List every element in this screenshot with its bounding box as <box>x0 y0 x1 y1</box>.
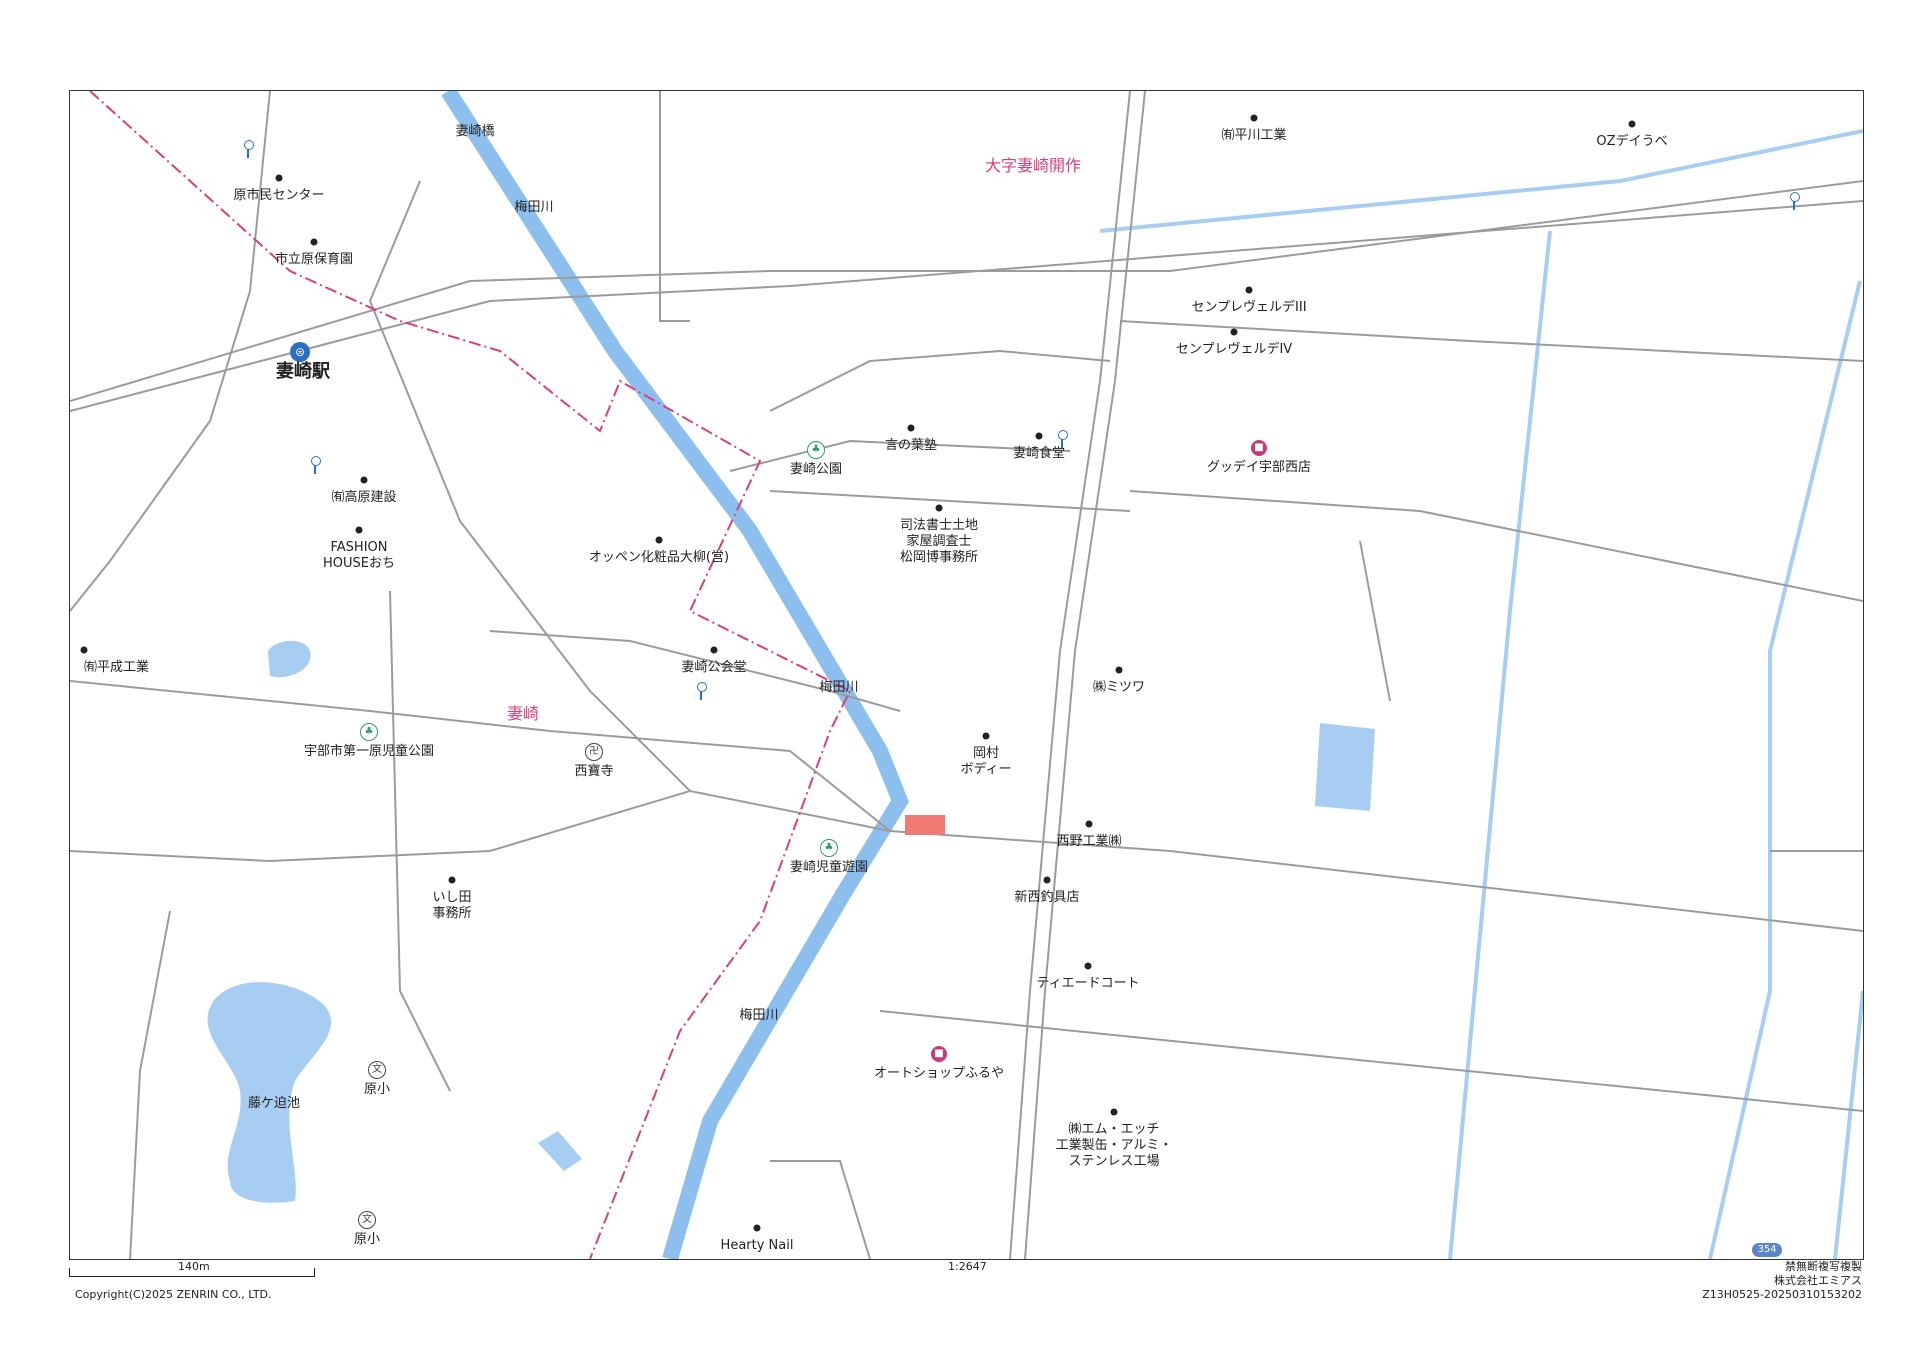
highlighted-parcel <box>905 815 945 835</box>
poi-marker[interactable] <box>1043 876 1051 884</box>
shop-icon[interactable]: ■ <box>1251 440 1267 456</box>
place-label: 司法書士土地 家屋調査士 松岡博事務所 <box>899 518 979 565</box>
place-label: OZデイうべ <box>1596 134 1668 149</box>
poi-marker[interactable] <box>1230 328 1238 336</box>
place-label: ㈲高原建設 <box>331 490 397 505</box>
area-label-oaza-tsumazaki-kaisaku: 大字妻崎開作 <box>984 156 1082 175</box>
poi-marker[interactable] <box>1245 286 1253 294</box>
place-label: 妻崎児童遊園 <box>789 860 869 875</box>
place-label: いし田 事務所 <box>432 890 472 921</box>
bus-stop-icon[interactable] <box>244 140 254 158</box>
shop-icon[interactable]: ■ <box>931 1046 947 1062</box>
place-label: FASHION HOUSEおち <box>323 540 395 571</box>
place-label: オッペン化粧品大柳(営) <box>588 550 730 565</box>
park-icon[interactable]: ♣ <box>820 839 838 857</box>
place-label: オートショップふるや <box>873 1066 1005 1081</box>
place-label: ティエードコート <box>1036 976 1140 991</box>
channel-east-1 <box>1448 230 1552 1259</box>
park-icon[interactable]: ♣ <box>360 723 378 741</box>
school-icon[interactable]: 文 <box>358 1211 376 1229</box>
route-354-badge: 354 <box>1752 1243 1782 1257</box>
channel-east-2 <box>1708 280 1862 1259</box>
place-label: ㈲平川工業 <box>1221 128 1287 143</box>
poi-marker[interactable] <box>275 174 283 182</box>
place-label: 岡村 ボディー <box>960 746 1012 777</box>
poi-marker[interactable] <box>1115 666 1123 674</box>
place-label: 梅田川 <box>739 1008 779 1023</box>
place-label: センプレヴェルデIV <box>1175 342 1293 357</box>
poi-marker[interactable] <box>1250 114 1258 122</box>
company-text: 株式会社エミアス <box>1774 1274 1862 1287</box>
place-label: 原市民センター <box>233 188 325 203</box>
poi-marker[interactable] <box>655 536 663 544</box>
channel-far-east <box>1833 990 1863 1259</box>
poi-marker[interactable] <box>710 646 718 654</box>
place-label: 梅田川 <box>819 680 859 695</box>
place-label: Hearty Nail <box>720 1238 794 1253</box>
place-label: 妻崎公園 <box>789 462 843 477</box>
poi-marker[interactable] <box>1110 1108 1118 1116</box>
pond-small-west <box>268 640 311 678</box>
place-label: 新西釣具店 <box>1014 890 1080 905</box>
area-label-tsumazaki: 妻崎 <box>506 704 540 723</box>
scale-ratio: 1:2647 <box>948 1260 987 1273</box>
pond-fujigasako <box>207 982 332 1203</box>
place-label: 藤ケ迫池 <box>247 1096 301 1111</box>
train-station-icon[interactable]: ⊜ <box>290 342 310 362</box>
place-label: 妻崎橋 <box>455 124 495 139</box>
station-name[interactable]: 妻崎駅 <box>276 363 330 381</box>
temple-icon[interactable]: 卍 <box>585 743 603 761</box>
place-label: 言の葉塾 <box>884 438 938 453</box>
umeda-river <box>441 91 909 1259</box>
place-label: グッデイ宇部西店 <box>1206 460 1312 475</box>
poi-marker[interactable] <box>1035 432 1043 440</box>
document-code: Z13H0525-20250310153202 <box>1702 1288 1862 1301</box>
place-label: ㈲平成工業 <box>84 660 150 675</box>
place-label: 原小 <box>363 1082 391 1097</box>
bus-stop-icon[interactable] <box>1058 430 1068 448</box>
place-label: ㈱ミツワ <box>1092 680 1146 695</box>
scale-distance: 140m <box>178 1260 210 1273</box>
channel-north <box>1099 129 1863 233</box>
poi-marker[interactable] <box>1084 962 1092 970</box>
poi-marker[interactable] <box>982 732 990 740</box>
poi-marker[interactable] <box>448 876 456 884</box>
poi-marker[interactable] <box>907 424 915 432</box>
park-icon[interactable]: ♣ <box>807 441 825 459</box>
bus-stop-icon[interactable] <box>1790 192 1800 210</box>
pond-rect-east <box>1315 723 1375 811</box>
poi-marker[interactable] <box>360 476 368 484</box>
place-label: 宇部市第一原児童公園 <box>303 744 435 759</box>
place-label: 市立原保育園 <box>274 252 354 267</box>
place-label: ㈱エム・エッチ 工業製缶・アルミ・ ステンレス工場 <box>1055 1122 1173 1169</box>
place-label: 原小 <box>353 1232 381 1247</box>
pond-small-south <box>538 1131 582 1171</box>
poi-marker[interactable] <box>753 1224 761 1232</box>
place-label: 妻崎食堂 <box>1012 446 1066 461</box>
poi-marker[interactable] <box>80 646 88 654</box>
poi-marker[interactable] <box>1085 820 1093 828</box>
poi-marker[interactable] <box>935 504 943 512</box>
poi-marker[interactable] <box>1628 120 1636 128</box>
school-icon[interactable]: 文 <box>368 1061 386 1079</box>
bus-stop-icon[interactable] <box>311 456 321 474</box>
poi-marker[interactable] <box>355 526 363 534</box>
place-label: 西寶寺 <box>574 764 614 779</box>
place-label: 西野工業㈱ <box>1056 834 1122 849</box>
poi-marker[interactable] <box>310 238 318 246</box>
copyright-text: Copyright(C)2025 ZENRIN CO., LTD. <box>75 1288 272 1301</box>
place-label: センプレヴェルデIII <box>1191 300 1307 315</box>
bus-stop-icon[interactable] <box>697 682 707 700</box>
place-label: 梅田川 <box>514 200 554 215</box>
place-label: 妻崎公会堂 <box>681 660 747 675</box>
